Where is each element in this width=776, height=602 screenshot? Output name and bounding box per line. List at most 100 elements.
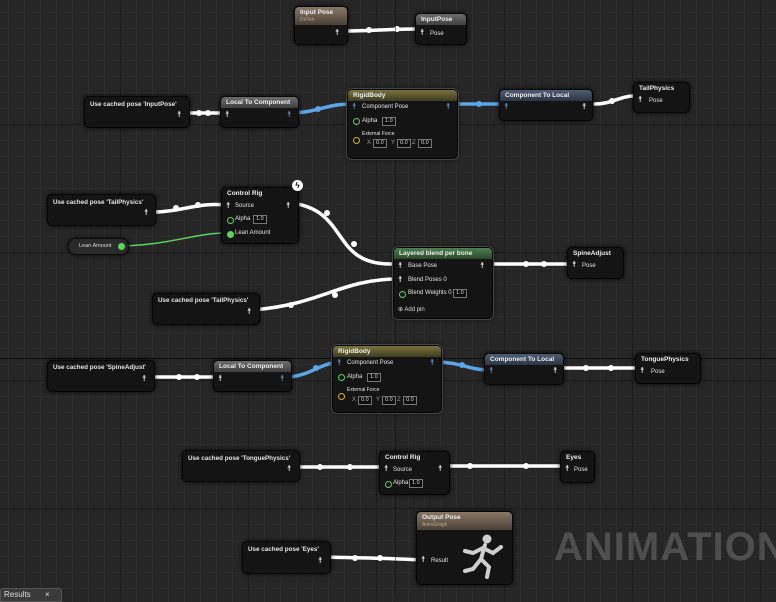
component-to-local-node-2[interactable]: Component To Local ☨ ☨ <box>484 353 564 385</box>
blend-weight-input[interactable]: 1.0 <box>453 289 467 298</box>
pose-pin-icon[interactable]: ☨ <box>553 367 557 375</box>
cached-pose-tailphysics-node-2[interactable]: Use cached pose 'TailPhysics' ☨ <box>152 293 260 325</box>
component-pose-pin-icon[interactable]: ☨ <box>489 367 493 375</box>
component-pose-pin-icon[interactable]: ☨ <box>337 359 341 367</box>
pin-label: Source <box>235 203 255 209</box>
inputpose-node[interactable]: InputPose ☨ Pose <box>415 13 467 45</box>
z-input[interactable]: 0.0 <box>418 139 432 148</box>
wire-cached-eyes <box>321 555 424 562</box>
lightning-icon: ϟ <box>292 180 303 191</box>
add-pin-button[interactable]: ⊕ Add pin <box>398 306 425 313</box>
close-icon[interactable]: × <box>45 589 50 600</box>
component-pose-out-pin-icon[interactable]: ☨ <box>430 359 434 367</box>
pose-pin-icon[interactable]: ☨ <box>226 202 230 210</box>
eyes-node[interactable]: Eyes ☨ Pose <box>560 451 595 483</box>
pose-out-pin-icon[interactable]: ☨ <box>480 262 484 270</box>
pin-label: External Force <box>347 387 380 393</box>
pose-pin-icon[interactable]: ☨ <box>398 262 402 270</box>
cached-pose-inputpose-node[interactable]: Use cached pose 'InputPose' ☨ <box>84 96 190 128</box>
node-title: Layered blend per bone <box>394 248 492 259</box>
alpha-input[interactable]: 1.0 <box>253 215 267 224</box>
wire-cached-tail-controlrig <box>153 202 227 214</box>
z-label: Z <box>412 140 416 146</box>
alpha-input[interactable]: 1.0 <box>382 117 396 126</box>
vector-pin-icon[interactable] <box>353 137 360 144</box>
pose-pin-icon[interactable]: ☨ <box>318 557 322 565</box>
component-pose-pin-icon[interactable]: ☨ <box>504 103 508 111</box>
component-pose-pin-icon[interactable]: ☨ <box>280 375 284 383</box>
z-input[interactable]: 0.0 <box>403 396 417 405</box>
vector-pin-icon[interactable] <box>338 393 345 400</box>
pin-label: Alpha <box>393 480 409 486</box>
x-input[interactable]: 0.0 <box>358 396 372 405</box>
alpha-input[interactable]: 1.0 <box>367 373 381 382</box>
cached-pose-tonguephysics-node[interactable]: Use cached pose 'TonguePhysics' ☨ <box>182 450 300 482</box>
pose-pin-icon[interactable]: ☨ <box>640 367 644 375</box>
pose-out-pin-icon[interactable]: ☨ <box>438 465 442 473</box>
pose-pin-icon[interactable]: ☨ <box>177 111 181 119</box>
float-pin-icon[interactable] <box>227 231 234 238</box>
float-pin-icon[interactable] <box>353 118 360 125</box>
node-subtitle: AnimGraph <box>422 522 448 528</box>
control-rig-node[interactable]: Control Rig ☨ Source ☨ Alpha 1.0 Lean Am… <box>221 187 299 244</box>
z-label: Z <box>397 397 401 403</box>
rigidbody-node-2[interactable]: RigidBody ☨ Component Pose ☨ Alpha 1.0 E… <box>331 344 443 414</box>
cached-pose-eyes-node[interactable]: Use cached pose 'Eyes' ☨ <box>242 541 331 574</box>
pose-pin-icon[interactable]: ☨ <box>218 375 222 383</box>
tonguephysics-node[interactable]: TonguePhysics ☨ Pose <box>635 353 701 384</box>
output-pose-node[interactable]: Output Pose AnimGraph ☨ Result <box>416 511 513 585</box>
spineadjust-node[interactable]: SpineAdjust ☨ Pose <box>567 247 624 279</box>
pose-pin-icon[interactable]: ☨ <box>384 465 388 473</box>
wire-lean-amount <box>120 232 227 247</box>
pin-label: Pose <box>649 98 663 104</box>
wire-cached-tail2-blend <box>250 277 397 312</box>
rigidbody-node[interactable]: RigidBody ☨ Component Pose ☨ Alpha 1.0 E… <box>346 88 459 160</box>
x-input[interactable]: 0.0 <box>373 139 387 148</box>
tailphysics-node[interactable]: TailPhysics ☨ Pose <box>633 82 690 113</box>
component-pose-pin-icon[interactable]: ☨ <box>352 103 356 111</box>
local-to-component-node[interactable]: Local To Component ☨ ☨ <box>220 96 299 128</box>
component-pose-pin-icon[interactable]: ☨ <box>287 111 291 119</box>
input-pose-node[interactable]: Input Pose DnTen ☨ <box>294 6 348 45</box>
local-to-component-node-2[interactable]: Local To Component ☨ ☨ <box>213 360 292 392</box>
node-title: Use cached pose 'SpineAdjust' <box>53 364 146 371</box>
variable-label: Lean Amount <box>79 243 112 249</box>
pose-pin-icon[interactable]: ☨ <box>638 96 642 104</box>
pose-pin-icon[interactable]: ☨ <box>144 209 148 217</box>
float-pin-icon[interactable] <box>399 291 406 298</box>
float-pin-icon[interactable] <box>227 217 234 224</box>
layered-blend-per-bone-node[interactable]: Layered blend per bone ☨ Base Pose ☨ ☨ B… <box>392 246 494 320</box>
pose-pin-icon[interactable]: ☨ <box>572 261 576 269</box>
y-input[interactable]: 0.0 <box>397 139 411 148</box>
animation-watermark: ANIMATION <box>554 525 776 569</box>
component-to-local-node[interactable]: Component To Local ☨ ☨ <box>499 89 593 121</box>
y-input[interactable]: 0.0 <box>382 396 396 405</box>
pose-pin-icon[interactable]: ☨ <box>225 111 229 119</box>
pose-pin-icon[interactable]: ☨ <box>582 103 586 111</box>
node-title: Use cached pose 'InputPose' <box>90 101 177 108</box>
pin-label: Pose <box>582 263 596 269</box>
pin-label: Result <box>431 558 449 564</box>
pin-label: Source <box>393 467 413 473</box>
component-pose-out-pin-icon[interactable]: ☨ <box>446 103 450 111</box>
pose-pin-icon[interactable]: ☨ <box>421 556 425 564</box>
results-tab[interactable]: Results × <box>0 588 62 602</box>
float-pin-icon[interactable] <box>338 374 345 381</box>
float-pin-icon[interactable] <box>385 481 392 488</box>
pose-pin-icon[interactable]: ☨ <box>335 29 339 37</box>
pose-pin-icon[interactable]: ☨ <box>142 375 146 383</box>
alpha-input[interactable]: 1.0 <box>409 479 423 488</box>
pose-out-pin-icon[interactable]: ☨ <box>286 202 290 210</box>
pose-pin-icon[interactable]: ☨ <box>398 276 402 284</box>
pose-pin-icon[interactable]: ☨ <box>420 29 424 37</box>
pose-pin-icon[interactable]: ☨ <box>565 465 569 473</box>
pose-pin-icon[interactable]: ☨ <box>287 465 291 473</box>
cached-pose-tailphysics-node[interactable]: Use cached pose 'TailPhysics' ☨ <box>47 194 156 226</box>
node-title: InputPose <box>416 14 466 25</box>
control-rig-node-2[interactable]: Control Rig ☨ Source ☨ Alpha 1.0 <box>379 451 450 495</box>
cached-pose-spineadjust-node[interactable]: Use cached pose 'SpineAdjust' ☨ <box>47 360 155 392</box>
output-pose-header: Output Pose AnimGraph <box>417 512 512 530</box>
float-pin-icon[interactable] <box>118 243 125 250</box>
pose-pin-icon[interactable]: ☨ <box>247 308 251 316</box>
lean-amount-variable[interactable]: Lean Amount <box>68 238 129 255</box>
